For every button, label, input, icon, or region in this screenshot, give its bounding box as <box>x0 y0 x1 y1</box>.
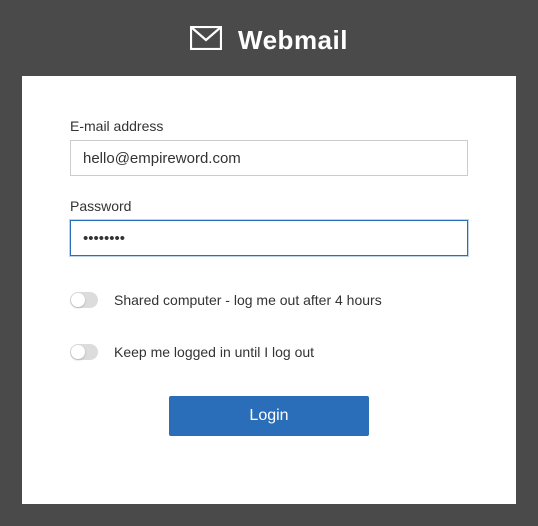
shared-computer-toggle[interactable] <box>70 292 98 308</box>
app-title: Webmail <box>238 25 348 56</box>
password-label: Password <box>70 198 468 214</box>
keep-logged-label: Keep me logged in until I log out <box>114 344 314 360</box>
email-input[interactable] <box>70 140 468 176</box>
shared-computer-row: Shared computer - log me out after 4 hou… <box>70 292 468 308</box>
login-button[interactable]: Login <box>169 396 369 436</box>
shared-computer-label: Shared computer - log me out after 4 hou… <box>114 292 382 308</box>
password-input[interactable] <box>70 220 468 256</box>
password-field-group: Password <box>70 198 468 256</box>
mail-icon <box>190 26 222 55</box>
app-header: Webmail <box>0 0 538 76</box>
email-label: E-mail address <box>70 118 468 134</box>
keep-logged-row: Keep me logged in until I log out <box>70 344 468 360</box>
keep-logged-toggle[interactable] <box>70 344 98 360</box>
email-field-group: E-mail address <box>70 118 468 176</box>
login-card: E-mail address Password Shared computer … <box>22 76 516 504</box>
toggle-section: Shared computer - log me out after 4 hou… <box>70 292 468 360</box>
